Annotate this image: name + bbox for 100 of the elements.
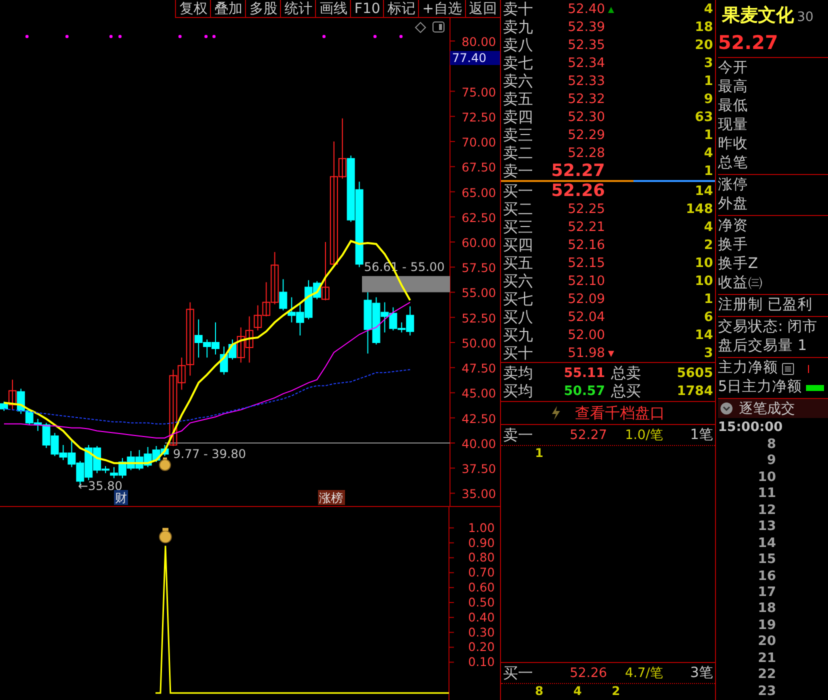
list-icon[interactable] bbox=[782, 362, 794, 375]
order-volume: 1 bbox=[704, 164, 714, 178]
order-level-label: 卖九 bbox=[503, 18, 534, 36]
lightning-icon bbox=[551, 406, 561, 420]
order-level-label: 买十 bbox=[503, 344, 534, 362]
stock-code: 30 bbox=[797, 10, 814, 25]
trade-volume: 16 bbox=[758, 568, 776, 584]
order-level-label: 买四 bbox=[503, 236, 534, 254]
total-volume: 1784 bbox=[676, 384, 714, 398]
toolbar-tab[interactable]: 返回 bbox=[465, 0, 500, 18]
quote-field-label: 盘后交易量 1 bbox=[718, 337, 808, 356]
trade-volume: 13 bbox=[758, 519, 776, 534]
axis-label: 0.10 bbox=[468, 655, 495, 670]
depth-view-link[interactable]: 查看千档盘口 bbox=[575, 404, 665, 422]
order-level-label: 买九 bbox=[503, 326, 534, 344]
axis-label: 0.40 bbox=[468, 610, 495, 624]
quote-field-label: 外盘 bbox=[718, 195, 750, 214]
quote-field-label: 现量 bbox=[718, 116, 750, 136]
candlestick bbox=[126, 450, 135, 471]
trade-volume: 17 bbox=[758, 584, 776, 600]
order-volume: 4 bbox=[704, 2, 714, 16]
order-count: 1笔 bbox=[690, 426, 714, 444]
order-volume: 10 bbox=[694, 256, 714, 270]
order-price: 52.32 bbox=[566, 92, 605, 106]
toolbar-tab[interactable]: F10 bbox=[350, 0, 384, 18]
order-volume: 20 bbox=[694, 38, 714, 52]
collapse-icon[interactable] bbox=[720, 402, 734, 416]
candlestick bbox=[152, 446, 160, 463]
quote-field-label: 总笔 bbox=[718, 154, 750, 174]
per-order-volume: 1.0/笔 bbox=[625, 427, 664, 444]
axis-label: 67.50 bbox=[462, 160, 496, 175]
toolbar-tab[interactable]: 多股 bbox=[245, 0, 280, 18]
flow-bar bbox=[806, 384, 824, 391]
order-level-label: 卖七 bbox=[503, 54, 534, 72]
rank-tag[interactable]: 涨榜 bbox=[318, 490, 345, 505]
order-price: 52.00 bbox=[566, 328, 605, 342]
axis-label: 0.30 bbox=[468, 625, 495, 640]
order-level-label: 买五 bbox=[503, 254, 534, 272]
diamond-icon[interactable] bbox=[414, 22, 426, 34]
toolbar-tab[interactable]: 画线 bbox=[315, 0, 350, 18]
low-price-label: ←35.80 bbox=[78, 479, 122, 493]
queue-order-volume: 8 bbox=[535, 684, 544, 700]
order-volume: 14 bbox=[694, 184, 714, 198]
cursor-price-label: 77.40 bbox=[450, 51, 500, 65]
order-volume: 4 bbox=[704, 220, 714, 234]
order-price: 52.21 bbox=[566, 220, 605, 234]
trade-volume: 15 bbox=[758, 552, 776, 568]
order-level-label: 卖六 bbox=[503, 72, 534, 90]
order-level-label: 卖四 bbox=[503, 108, 534, 126]
axis-label: 42.50 bbox=[462, 412, 496, 426]
order-price: 51.98 bbox=[566, 346, 605, 360]
order-price: 52.40 bbox=[566, 2, 605, 16]
total-volume: 5605 bbox=[676, 366, 714, 380]
order-level-label: 卖五 bbox=[503, 90, 534, 108]
money-bag-icon bbox=[159, 458, 171, 471]
axis-label: 65.00 bbox=[462, 186, 496, 200]
total-label: 总买 bbox=[611, 382, 641, 400]
order-price: 52.33 bbox=[566, 74, 605, 88]
order-volume: 3 bbox=[704, 56, 714, 70]
money-bag-icon bbox=[158, 528, 172, 544]
order-price: 52.16 bbox=[566, 238, 605, 252]
order-price: 52.09 bbox=[566, 292, 605, 306]
order-volume: 9 bbox=[704, 92, 714, 106]
average-price: 55.11 bbox=[562, 366, 605, 380]
axis-label: 45.00 bbox=[462, 386, 496, 401]
trade-time: 15:00:00 bbox=[718, 420, 784, 437]
axis-label: 1.00 bbox=[468, 520, 495, 535]
order-volume: 1 bbox=[704, 292, 714, 306]
toolbar-tab[interactable]: 标记 bbox=[383, 0, 418, 18]
quote-field-label: 换手Z bbox=[718, 255, 759, 274]
order-volume: 3 bbox=[704, 346, 714, 360]
order-count: 3笔 bbox=[690, 664, 714, 682]
axis-label: 57.50 bbox=[462, 261, 496, 276]
quote-field-label: 涨停 bbox=[718, 176, 750, 196]
candlestick bbox=[288, 296, 296, 323]
toolbar-tab[interactable]: 叠加 bbox=[210, 0, 246, 18]
quote-field-label: 收益㈢ bbox=[718, 274, 764, 294]
quote-field-label: 净资 bbox=[718, 217, 750, 236]
panel-toggle-icon[interactable] bbox=[432, 22, 444, 32]
toolbar-tab[interactable]: +自选 bbox=[418, 0, 465, 18]
order-level-label: 卖一 bbox=[503, 162, 534, 180]
trade-volume: 20 bbox=[758, 634, 776, 650]
order-level-label: 买一 bbox=[503, 182, 534, 200]
quote-field-label: 今开 bbox=[718, 59, 750, 78]
order-volume: 18 bbox=[694, 20, 714, 34]
finance-tag[interactable]: 财 bbox=[114, 490, 128, 505]
order-volume: 6 bbox=[704, 310, 714, 324]
price-range-label: 9.77 - 39.80 bbox=[173, 447, 246, 461]
toolbar-tab[interactable]: 统计 bbox=[280, 0, 316, 18]
axis-label: 75.00 bbox=[462, 85, 496, 100]
trade-volume: 10 bbox=[758, 470, 776, 485]
toolbar-tab[interactable]: 复权 bbox=[175, 0, 210, 18]
trade-volume: 21 bbox=[758, 650, 776, 666]
order-level-label: 买八 bbox=[503, 308, 534, 326]
candlestick bbox=[144, 446, 152, 468]
order-price: 52.10 bbox=[566, 274, 605, 288]
candlestick bbox=[296, 302, 304, 336]
candlestick bbox=[135, 450, 144, 471]
order-level-label: 卖二 bbox=[503, 144, 534, 162]
order-price: 52.04 bbox=[566, 310, 605, 324]
